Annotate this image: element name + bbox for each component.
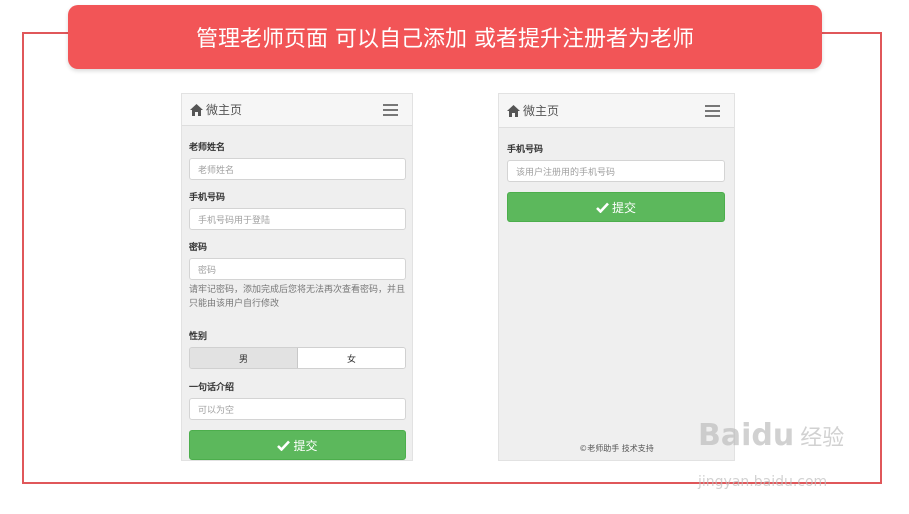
outer-frame bbox=[22, 32, 882, 484]
gender-male-button[interactable]: 男 bbox=[190, 348, 298, 368]
home-icon bbox=[507, 104, 520, 117]
baidu-watermark: Baidu 经验 jingyan.baidu.com bbox=[698, 418, 868, 498]
checkmark-icon bbox=[596, 202, 609, 213]
gender-female-button[interactable]: 女 bbox=[298, 348, 405, 368]
home-icon bbox=[190, 103, 203, 116]
submit-button[interactable]: 提交 bbox=[189, 430, 406, 460]
name-input[interactable]: 老师姓名 bbox=[189, 158, 406, 180]
add-teacher-phone: 微主页 老师姓名 老师姓名 手机号码 手机号码用于登陆 密码 密码 请牢记密码，… bbox=[181, 93, 413, 461]
phone-label: 手机号码 bbox=[189, 193, 226, 203]
watermark-url: jingyan.baidu.com bbox=[698, 474, 828, 490]
brand-label: 微主页 bbox=[523, 104, 560, 118]
intro-label: 一句话介绍 bbox=[189, 383, 235, 393]
promote-user-phone: 微主页 手机号码 该用户注册用的手机号码 提交 ©老师助手 技术支持 bbox=[498, 93, 735, 461]
banner-title: 管理老师页面 可以自己添加 或者提升注册者为老师 bbox=[68, 5, 822, 69]
password-input[interactable]: 密码 bbox=[189, 258, 406, 280]
checkmark-icon bbox=[277, 440, 291, 451]
password-label: 密码 bbox=[189, 243, 208, 253]
hamburger-menu-icon[interactable] bbox=[383, 103, 404, 116]
watermark-logo: Baidu 经验 bbox=[698, 418, 844, 453]
phone-input[interactable]: 手机号码用于登陆 bbox=[189, 208, 406, 230]
navbar: 微主页 bbox=[182, 94, 412, 126]
watermark-cn: 经验 bbox=[800, 425, 845, 451]
phone-label: 手机号码 bbox=[507, 145, 544, 155]
submit-button[interactable]: 提交 bbox=[507, 192, 725, 222]
name-label: 老师姓名 bbox=[189, 143, 226, 153]
brand-label: 微主页 bbox=[206, 103, 243, 117]
brand-link[interactable]: 微主页 bbox=[190, 101, 242, 118]
hamburger-menu-icon[interactable] bbox=[705, 104, 726, 117]
navbar: 微主页 bbox=[499, 94, 734, 128]
brand-link[interactable]: 微主页 bbox=[507, 102, 559, 119]
gender-toggle: 男 女 bbox=[189, 347, 406, 369]
password-help-text: 请牢记密码，添加完成后您将无法再次查看密码，并且只能由该用户自行修改 bbox=[189, 285, 406, 309]
submit-label: 提交 bbox=[293, 438, 318, 453]
submit-label: 提交 bbox=[611, 200, 636, 215]
phone-input[interactable]: 该用户注册用的手机号码 bbox=[507, 160, 725, 182]
watermark-brand: Baidu bbox=[698, 418, 795, 453]
gender-label: 性别 bbox=[189, 332, 208, 342]
add-teacher-form: 老师姓名 老师姓名 手机号码 手机号码用于登陆 密码 密码 请牢记密码，添加完成… bbox=[182, 126, 412, 460]
promote-user-form: 手机号码 该用户注册用的手机号码 提交 bbox=[499, 128, 734, 222]
intro-input[interactable]: 可以为空 bbox=[189, 398, 406, 420]
